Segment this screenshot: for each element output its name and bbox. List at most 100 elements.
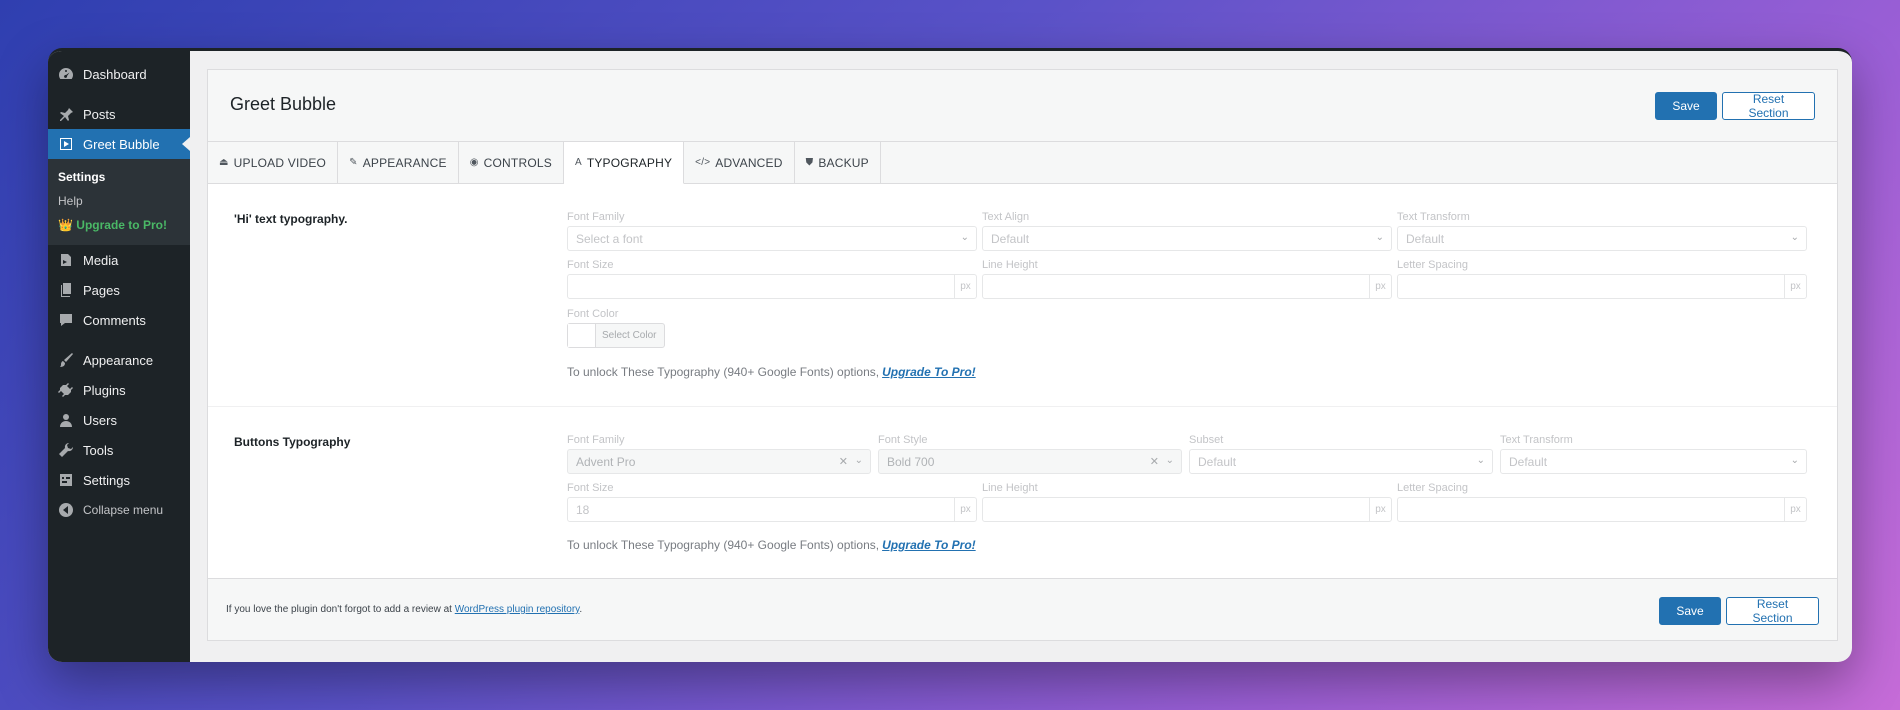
submenu-help[interactable]: Help: [48, 189, 190, 213]
letter-spacing-input[interactable]: px: [1397, 274, 1807, 299]
footer-save-button[interactable]: Save: [1659, 597, 1721, 625]
text-align-select[interactable]: Default ⌄: [982, 226, 1392, 251]
code-icon: </>: [695, 157, 711, 168]
review-text: If you love the plugin don't forgot to a…: [226, 604, 452, 615]
hi-typography-section: 'Hi' text typography. Font Family Select…: [208, 184, 1837, 407]
browser-window: Dashboard Posts Greet Bubble Settings He…: [48, 48, 1852, 662]
submenu-upgrade[interactable]: 👑 Upgrade to Pro!: [48, 213, 190, 237]
sidebar-item-media[interactable]: Media: [48, 245, 190, 275]
crown-icon: 👑: [58, 218, 73, 232]
panel-footer: If you love the plugin don't forgot to a…: [208, 578, 1837, 640]
tab-appearance[interactable]: ✎ APPEARANCE: [338, 142, 459, 183]
close-icon[interactable]: ✕: [1150, 455, 1159, 468]
text-transform-select[interactable]: Default ⌄: [1500, 449, 1807, 474]
subset-select[interactable]: Default ⌄: [1189, 449, 1493, 474]
letter-spacing-input[interactable]: px: [1397, 497, 1807, 522]
font-size-input[interactable]: 18 px: [567, 497, 977, 522]
tab-label: TYPOGRAPHY: [586, 155, 673, 170]
brush-icon: ✎: [349, 157, 358, 168]
upgrade-link[interactable]: Upgrade To Pro!: [882, 365, 976, 379]
media-icon: [56, 250, 76, 270]
sidebar-item-label: Dashboard: [83, 66, 147, 82]
panel-header: Greet Bubble Save Reset Section: [208, 70, 1837, 142]
font-family-select[interactable]: Select a font ⌄: [567, 226, 977, 251]
subset-label: Subset: [1189, 434, 1224, 446]
close-icon[interactable]: ✕: [839, 455, 848, 468]
chevron-down-icon: ⌄: [1375, 232, 1384, 243]
select-value: Default: [1406, 231, 1445, 246]
unit-label: px: [1369, 498, 1391, 521]
admin-sidebar: Dashboard Posts Greet Bubble Settings He…: [48, 51, 190, 662]
settings-panel: Greet Bubble Save Reset Section ⏏ UPLOAD …: [207, 69, 1838, 641]
font-size-label: Font Size: [567, 259, 614, 271]
sidebar-item-greet-bubble[interactable]: Greet Bubble: [48, 129, 190, 159]
sidebar-item-label: Posts: [83, 106, 116, 122]
reset-section-button[interactable]: Reset Section: [1722, 92, 1815, 120]
sidebar-item-appearance[interactable]: Appearance: [48, 345, 190, 375]
sidebar-item-label: Greet Bubble: [83, 136, 160, 152]
tab-label: BACKUP: [818, 155, 869, 170]
tab-typography[interactable]: A TYPOGRAPHY: [563, 142, 685, 184]
sidebar-item-settings[interactable]: Settings: [48, 465, 190, 495]
line-height-input[interactable]: px: [982, 497, 1392, 522]
tab-controls[interactable]: ◉ CONTROLS: [459, 142, 564, 183]
sidebar-item-users[interactable]: Users: [48, 405, 190, 435]
video-icon: [56, 134, 76, 154]
select-value: Advent Pro: [576, 454, 636, 469]
tab-label: UPLOAD VIDEO: [233, 155, 327, 170]
sidebar-item-posts[interactable]: Posts: [48, 99, 190, 129]
select-value: Default: [991, 231, 1030, 246]
chevron-down-icon: ⌄: [1165, 455, 1174, 466]
font-color-picker[interactable]: Select Color: [567, 323, 665, 348]
tab-bar: ⏏ UPLOAD VIDEO ✎ APPEARANCE ◉ CONTROLS A TYP…: [208, 142, 1837, 184]
sidebar-item-tools[interactable]: Tools: [48, 435, 190, 465]
buttons-typography-section: Buttons Typography Font Family Advent Pr…: [208, 407, 1837, 580]
font-style-select[interactable]: Bold 700 ✕ ⌄: [878, 449, 1182, 474]
tab-upload-video[interactable]: ⏏ UPLOAD VIDEO: [208, 142, 339, 183]
font-size-label: Font Size: [567, 482, 614, 494]
footer-reset-section-button[interactable]: Reset Section: [1726, 597, 1819, 625]
font-size-input[interactable]: px: [567, 274, 977, 299]
tab-advanced[interactable]: </> ADVANCED: [684, 142, 795, 183]
sidebar-item-comments[interactable]: Comments: [48, 305, 190, 335]
shield-icon: ⛊: [805, 157, 814, 168]
select-value: Default: [1198, 454, 1237, 469]
sidebar-item-dashboard[interactable]: Dashboard: [48, 59, 190, 89]
tab-backup[interactable]: ⛊ BACKUP: [795, 142, 881, 183]
text-align-label: Text Align: [982, 211, 1030, 223]
text-transform-select[interactable]: Default ⌄: [1397, 226, 1807, 251]
plugin-repository-link[interactable]: WordPress plugin repository: [455, 604, 580, 615]
pages-icon: [56, 280, 76, 300]
text-transform-label: Text Transform: [1397, 211, 1470, 223]
sidebar-item-label: Settings: [83, 472, 130, 488]
font-style-label: Font Style: [878, 434, 928, 446]
comment-icon: [56, 310, 76, 330]
save-button[interactable]: Save: [1655, 92, 1717, 120]
greet-bubble-submenu: Settings Help 👑 Upgrade to Pro!: [48, 159, 190, 245]
review-notice: If you love the plugin don't forgot to a…: [226, 604, 582, 615]
font-family-select[interactable]: Advent Pro ✕ ⌄: [567, 449, 871, 474]
upgrade-label: Upgrade to Pro!: [76, 218, 167, 232]
chevron-down-icon: ⌄: [1790, 232, 1799, 243]
sidebar-item-label: Tools: [83, 442, 114, 458]
collapse-menu-button[interactable]: Collapse menu: [48, 495, 190, 525]
sidebar-item-plugins[interactable]: Plugins: [48, 375, 190, 405]
select-value: Select a font: [576, 231, 643, 246]
submenu-settings[interactable]: Settings: [48, 165, 190, 189]
upgrade-link[interactable]: Upgrade To Pro!: [882, 538, 976, 552]
tab-label: APPEARANCE: [362, 155, 447, 170]
unit-label: px: [1369, 275, 1391, 298]
unlock-text: To unlock These Typography (940+ Google …: [567, 365, 880, 379]
settings-icon: [56, 470, 76, 490]
tab-label: CONTROLS: [483, 155, 552, 170]
unlock-text: To unlock These Typography (940+ Google …: [567, 538, 880, 552]
chevron-down-icon: ⌄: [854, 455, 863, 466]
sidebar-item-pages[interactable]: Pages: [48, 275, 190, 305]
eye-icon: ◉: [469, 157, 479, 168]
page-title: Greet Bubble: [230, 94, 337, 114]
line-height-input[interactable]: px: [982, 274, 1392, 299]
input-value: 18: [576, 502, 590, 517]
text-transform-label: Text Transform: [1500, 434, 1573, 446]
unit-label: px: [1784, 275, 1806, 298]
line-height-label: Line Height: [982, 259, 1038, 271]
